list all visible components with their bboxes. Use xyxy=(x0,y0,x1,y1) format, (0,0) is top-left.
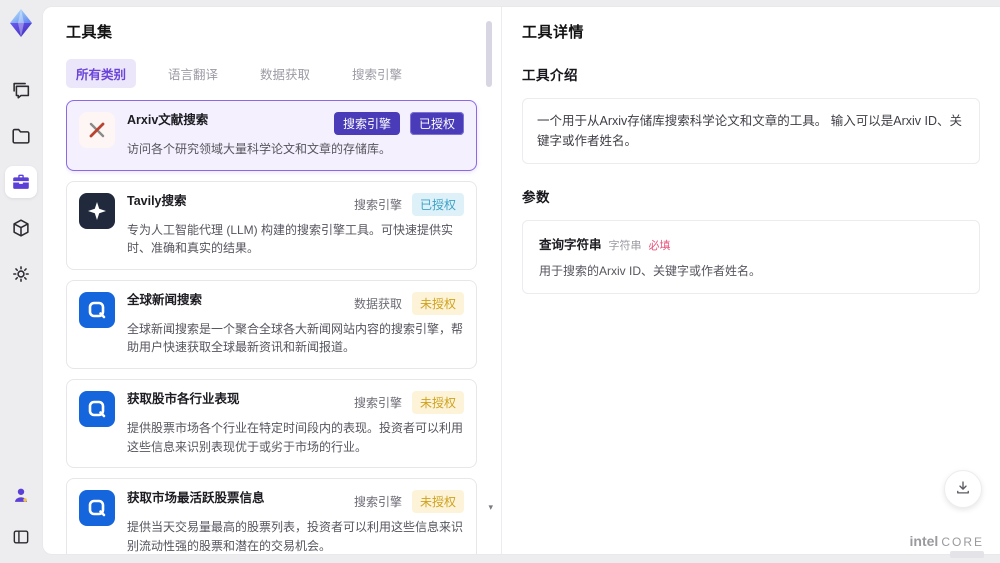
tool-category-badge: 搜索引擎 xyxy=(353,395,402,410)
sidebar-item-collapse[interactable] xyxy=(5,521,37,553)
tool-status-badge: 未授权 xyxy=(411,291,464,315)
panel-icon xyxy=(11,527,31,547)
tool-status-badge: 已授权 xyxy=(411,192,464,216)
tool-description: 提供当天交易量最高的股票列表，投资者可以利用这些信息来识别流动性强的股票和潜在的… xyxy=(127,520,464,553)
tool-detail-panel: 工具详情 工具介绍 一个用于从Arxiv存储库搜索科学论文和文章的工具。 输入可… xyxy=(501,7,1000,554)
sidebar-item-chat[interactable] xyxy=(5,74,37,106)
sidebar-nav xyxy=(5,74,37,290)
tool-logo-icon xyxy=(79,112,115,148)
category-tab-3[interactable]: 搜索引擎 xyxy=(342,59,412,88)
tool-card[interactable]: Arxiv文献搜索 搜索引擎 已授权 访问各个研究领域大量科学论文和文章的存储库… xyxy=(66,100,477,171)
sidebar-item-settings[interactable] xyxy=(5,258,37,290)
scroll-down-icon[interactable]: ▾ xyxy=(488,503,493,512)
tool-description: 全球新闻搜索是一个聚合全球各大新闻网站内容的搜索引擎，帮助用户快速获取全球最新资… xyxy=(127,321,464,355)
app-logo-icon xyxy=(7,8,35,38)
briefcase-icon xyxy=(10,171,32,193)
params-heading: 参数 xyxy=(522,190,550,205)
category-tab-1[interactable]: 语言翻译 xyxy=(158,59,228,88)
tool-card[interactable]: 获取市场最活跃股票信息 搜索引擎 未授权 提供当天交易量最高的股票列表，投资者可… xyxy=(66,478,477,554)
app-root: 工具集 所有类别 语言翻译 数据获取 搜索引擎 Arxiv文献搜索 搜索引擎 已授权 … xyxy=(0,0,1000,563)
chat-icon xyxy=(10,79,32,101)
param-head: 查询字符串 字符串 必填 xyxy=(539,234,963,253)
category-tabs: 所有类别 语言翻译 数据获取 搜索引擎 xyxy=(66,59,495,88)
tool-name: Arxiv文献搜索 xyxy=(127,113,209,127)
user-icon xyxy=(10,484,32,506)
tool-name: 获取市场最活跃股票信息 xyxy=(127,491,265,506)
detail-title: 工具详情 xyxy=(522,24,585,41)
sidebar-item-user[interactable] xyxy=(5,479,37,511)
sidebar-bottom xyxy=(5,479,37,553)
param-desc: 用于搜索的Arxiv ID、关键字或作者姓名。 xyxy=(539,264,762,278)
tool-card[interactable]: Tavily搜索 搜索引擎 已授权 专为人工智能代理 (LLM) 构建的搜索引擎… xyxy=(66,180,477,270)
tool-name: Tavily搜索 xyxy=(127,193,187,208)
param-name: 查询字符串 xyxy=(539,238,602,252)
toolset-panel: 工具集 所有类别 语言翻译 数据获取 搜索引擎 Arxiv文献搜索 搜索引擎 已授权 … xyxy=(43,7,501,554)
sidebar-item-tools[interactable] xyxy=(5,166,37,198)
category-tab-2[interactable]: 数据获取 xyxy=(250,59,320,88)
main-content: 工具集 所有类别 语言翻译 数据获取 搜索引擎 Arxiv文献搜索 搜索引擎 已授权 … xyxy=(42,6,1000,555)
intro-heading: 工具介绍 xyxy=(522,68,578,83)
tool-name: 获取股市各行业表现 xyxy=(127,391,240,406)
intel-logo-text: intel xyxy=(909,533,939,549)
tool-category-badge: 数据获取 xyxy=(353,296,402,311)
sidebar xyxy=(0,0,42,563)
tool-logo-icon xyxy=(79,192,115,229)
tool-description: 提供股票市场各个行业在特定时间段内的表现。投资者可以利用这些信息来识别表现优于或… xyxy=(127,420,464,454)
intel-core-logo: intel CORE xyxy=(909,533,984,558)
category-tab-0[interactable]: 所有类别 xyxy=(66,59,137,88)
tool-logo-icon xyxy=(79,291,115,328)
param-card: 查询字符串 字符串 必填 用于搜索的Arxiv ID、关键字或作者姓名。 xyxy=(522,220,980,294)
tool-logo-icon xyxy=(79,390,115,427)
tool-category-badge: 搜索引擎 xyxy=(333,112,400,135)
tool-description: 专为人工智能代理 (LLM) 构建的搜索引擎工具。可快速提供实时、准确和真实的结… xyxy=(127,222,454,256)
scrollbar-thumb[interactable] xyxy=(486,21,492,87)
tool-logo-icon xyxy=(79,490,115,527)
gear-icon xyxy=(10,263,32,285)
sidebar-item-files[interactable] xyxy=(5,120,37,152)
list-scrollbar[interactable]: ▾ xyxy=(485,21,493,548)
tool-card[interactable]: 获取股市各行业表现 搜索引擎 未授权 提供股票市场各个行业在特定时间段内的表现。… xyxy=(66,378,477,469)
sidebar-item-models[interactable] xyxy=(5,212,37,244)
tool-status-badge: 已授权 xyxy=(409,112,464,135)
tool-category-badge: 搜索引擎 xyxy=(353,495,402,510)
tool-status-badge: 未授权 xyxy=(411,490,464,514)
tool-description: 访问各个研究领域大量科学论文和文章的存储库。 xyxy=(127,142,392,156)
intro-box: 一个用于从Arxiv存储库搜索科学论文和文章的工具。 输入可以是Arxiv ID… xyxy=(522,98,980,164)
intro-text: 一个用于从Arxiv存储库搜索科学论文和文章的工具。 输入可以是Arxiv ID… xyxy=(537,114,963,148)
tool-name: 全球新闻搜索 xyxy=(127,292,203,307)
page-title: 工具集 xyxy=(66,24,113,41)
core-logo-text: CORE xyxy=(941,535,984,549)
intel-logo-sub-mark xyxy=(950,551,984,558)
tool-list: Arxiv文献搜索 搜索引擎 已授权 访问各个研究领域大量科学论文和文章的存储库… xyxy=(66,100,495,554)
tool-card[interactable]: 全球新闻搜索 数据获取 未授权 全球新闻搜索是一个聚合全球各大新闻网站内容的搜索… xyxy=(66,279,477,369)
param-required-badge: 必填 xyxy=(648,240,671,252)
tool-category-badge: 搜索引擎 xyxy=(353,197,402,212)
cube-icon xyxy=(10,217,32,239)
folder-icon xyxy=(10,125,32,147)
download-button[interactable] xyxy=(944,470,982,508)
tool-status-badge: 未授权 xyxy=(411,390,464,414)
download-icon xyxy=(954,479,972,500)
param-type: 字符串 xyxy=(608,240,642,252)
